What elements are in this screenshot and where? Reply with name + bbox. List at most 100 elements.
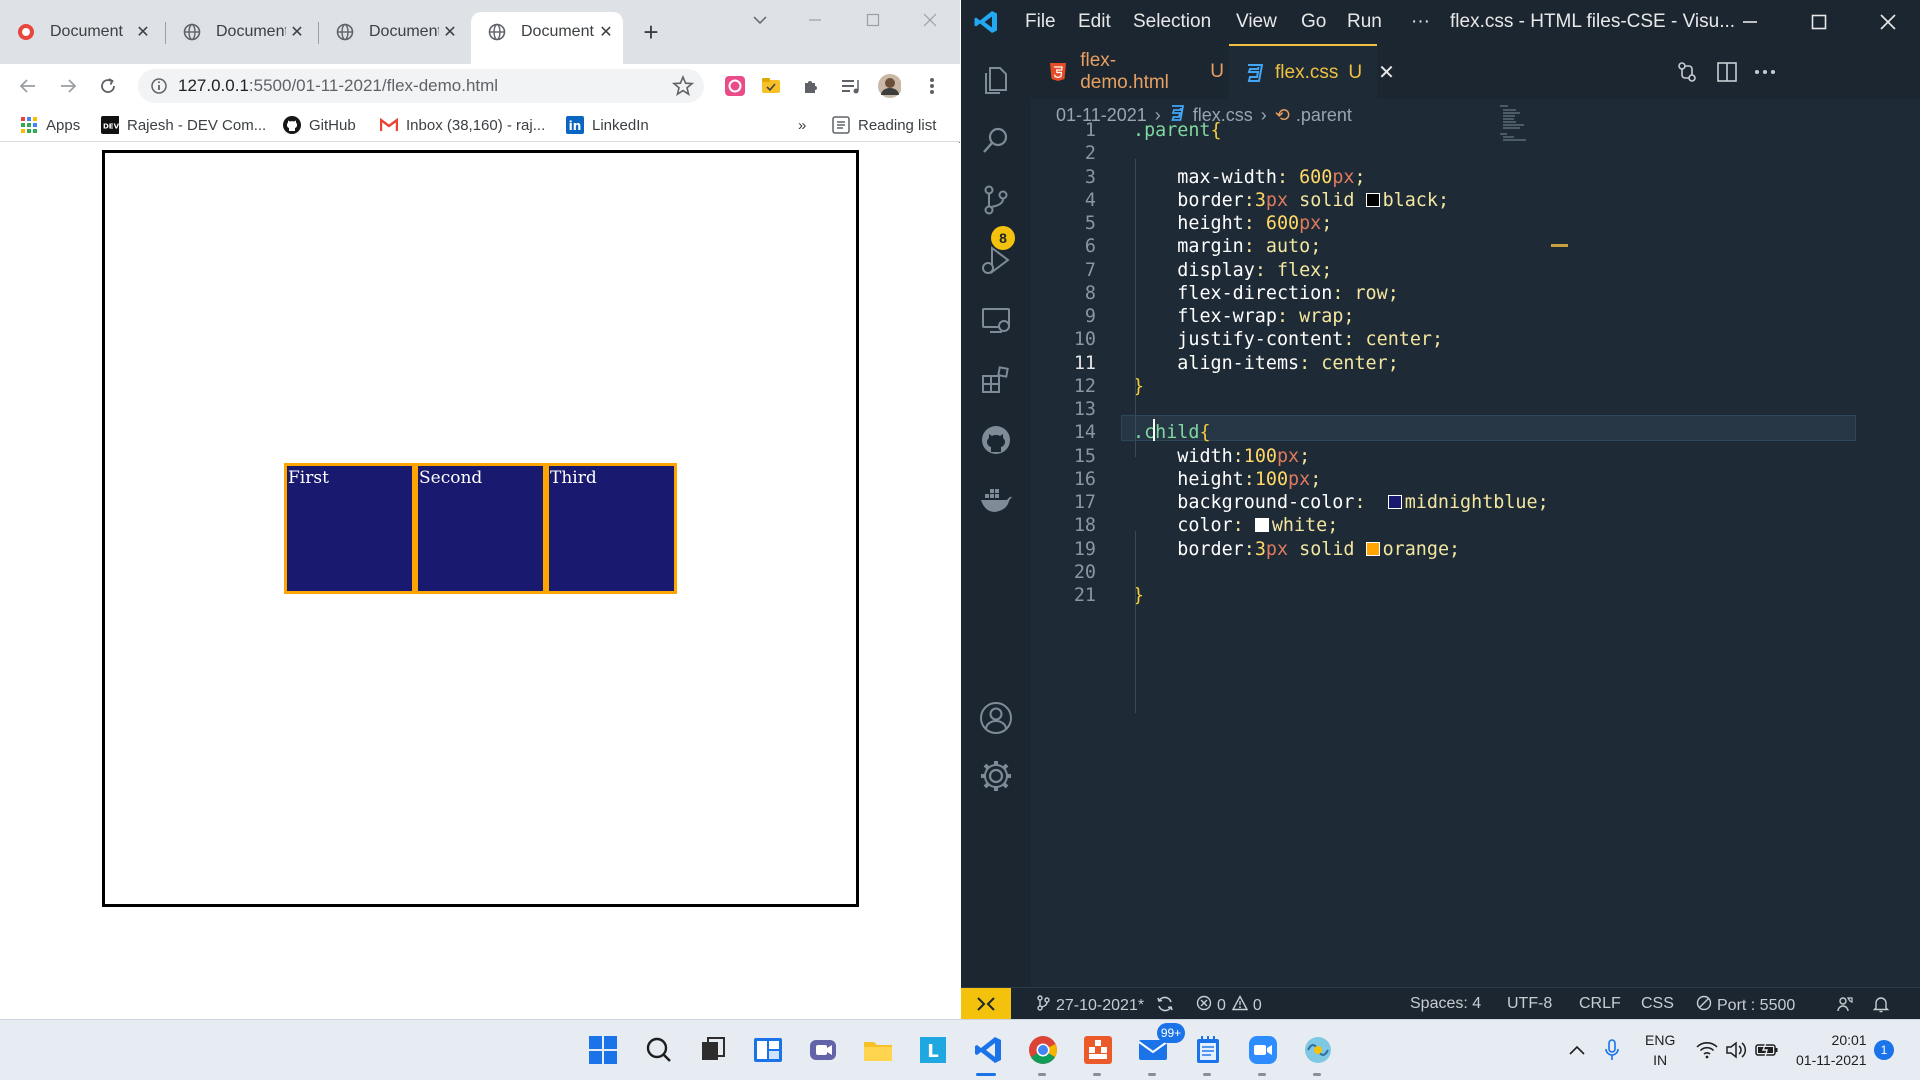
info-icon[interactable] [150,77,168,95]
tab-flex-demo-html[interactable]: flex-demo.html U [1031,44,1224,99]
reload-icon[interactable] [96,74,120,98]
new-tab-button[interactable]: + [638,19,664,46]
bookmark-linkedin[interactable]: in LinkedIn [566,115,649,135]
feedback-icon[interactable] [1836,995,1854,1013]
minimap[interactable] [1500,104,1530,144]
close-icon[interactable]: ✕ [595,21,617,43]
tab-flex-css[interactable]: flex.css U ✕ [1229,44,1395,99]
docker-icon[interactable] [978,482,1014,518]
branch-indicator[interactable]: 27-10-2021* [1036,995,1144,1016]
menu-selection[interactable]: Selection [1133,11,1211,33]
input-language[interactable]: ENG IN [1645,1030,1675,1070]
microphone-icon[interactable] [1600,1038,1624,1062]
wifi-icon[interactable] [1695,1038,1719,1062]
browser-tab[interactable]: Document ✕ [0,12,160,52]
menu-go[interactable]: Go [1301,11,1326,33]
tray-overflow-chevron-icon[interactable] [1565,1038,1589,1062]
browser-tab[interactable]: Document ✕ [166,12,314,52]
grammarly-icon[interactable] [723,74,747,98]
close-window-icon[interactable] [915,8,945,32]
code-line: background-color: midnightblue; [1133,491,1548,515]
code-editor[interactable]: 1 2 3 4 5 6 7 8 9 10 11 12 13 14 15 16 17 18 19 20 21 .paren… [1031,120,1920,987]
extensions-puzzle-icon[interactable] [799,74,823,98]
lightshot-l-icon[interactable]: L [915,1032,951,1068]
reading-list[interactable]: Reading list [832,115,936,135]
back-icon[interactable] [16,74,40,98]
menu-run[interactable]: Run [1347,11,1382,33]
problems-indicator[interactable]: 0 0 [1196,995,1262,1016]
close-icon[interactable]: ✕ [439,21,461,43]
teams-chat-icon[interactable] [805,1032,841,1068]
maximize-icon[interactable] [1806,10,1832,34]
source-control-icon[interactable] [978,182,1014,218]
minimize-icon[interactable] [1737,10,1763,34]
account-icon[interactable] [978,700,1014,736]
tab-search-icon[interactable] [745,8,775,32]
address-bar[interactable]: 127.0.0.1:5500/01-11-2021/flex-demo.html [138,69,704,103]
vscode-taskbar-icon[interactable] [970,1032,1006,1068]
media-control-icon[interactable] [838,74,862,98]
more-actions-icon[interactable] [1753,60,1777,84]
bookmark-star-icon[interactable] [671,74,695,101]
browser-tab-active[interactable]: Document ✕ [471,12,623,64]
close-icon[interactable]: ✕ [286,21,308,43]
remote-explorer-icon[interactable] [978,302,1014,338]
open-changes-icon[interactable] [1675,60,1699,84]
widgets-icon[interactable] [750,1032,786,1068]
close-icon[interactable]: ✕ [1378,60,1395,85]
explorer-icon[interactable] [978,62,1014,98]
bookmark-gmail[interactable]: Inbox (38,160) - raj... [380,115,545,135]
tab-label: Document [50,23,123,40]
notifications-bell-icon[interactable] [1873,995,1889,1013]
battery-icon[interactable] [1755,1038,1779,1062]
close-window-icon[interactable] [1875,10,1901,34]
eol-status[interactable]: CRLF [1579,995,1621,1013]
search-icon[interactable] [640,1032,676,1068]
chrome-icon[interactable] [1025,1032,1061,1068]
network-tool-icon[interactable] [1300,1032,1336,1068]
start-button-icon[interactable] [585,1032,621,1068]
bookmark-github[interactable]: GitHub [283,115,356,135]
menu-edit[interactable]: Edit [1078,11,1111,33]
url-text[interactable]: 127.0.0.1:5500/01-11-2021/flex-demo.html [178,76,498,96]
system-clock[interactable]: 20:01 01-11-2021 [1796,1030,1867,1070]
file-explorer-icon[interactable] [860,1032,896,1068]
extension-folder-icon[interactable] [759,74,783,98]
encoding-status[interactable]: UTF-8 [1507,995,1552,1013]
profile-avatar[interactable] [877,74,901,98]
run-debug-icon[interactable] [978,242,1014,278]
split-editor-icon[interactable] [1715,60,1739,84]
search-icon[interactable] [978,122,1014,158]
language-mode[interactable]: CSS [1641,995,1674,1013]
menu-more[interactable]: ··· [1411,11,1430,33]
notepad-icon[interactable] [1190,1032,1226,1068]
status-bar: 27-10-2021* 0 0 Spaces: 4 UTF-8 CRLF CSS… [961,987,1920,1020]
remote-indicator-icon[interactable] [961,988,1011,1020]
forward-icon[interactable] [56,74,80,98]
line-number: 3 [1084,166,1096,188]
window-title: flex.css - HTML files-CSE - Visu... [1450,11,1736,32]
indentation-status[interactable]: Spaces: 4 [1410,995,1481,1013]
sync-icon[interactable] [1156,995,1174,1013]
notification-badge[interactable]: 1 [1874,1040,1894,1060]
more-menu-icon[interactable] [920,74,944,98]
github-icon[interactable] [978,422,1014,458]
minimize-icon[interactable] [800,8,830,32]
zoom-icon[interactable] [1245,1032,1281,1068]
menu-view[interactable]: View [1236,11,1277,33]
browser-tab[interactable]: Document ✕ [319,12,467,52]
bookmarks-overflow[interactable]: » [798,115,806,135]
breadcrumb-symbol[interactable]: .parent [1296,105,1352,126]
task-view-icon[interactable] [695,1032,731,1068]
volume-icon[interactable] [1725,1038,1749,1062]
css-prop: border [1177,538,1244,560]
live-server-port[interactable]: Port : 5500 [1696,995,1795,1016]
maximize-icon[interactable] [858,8,888,32]
bookmark-apps[interactable]: Apps [20,115,80,135]
bookmark-dev[interactable]: DEV Rajesh - DEV Com... [101,115,266,135]
close-icon[interactable]: ✕ [132,21,154,43]
settings-gear-icon[interactable] [978,758,1014,794]
office-icon[interactable] [1080,1032,1116,1068]
menu-file[interactable]: File [1025,11,1056,33]
extensions-icon[interactable] [978,362,1014,398]
